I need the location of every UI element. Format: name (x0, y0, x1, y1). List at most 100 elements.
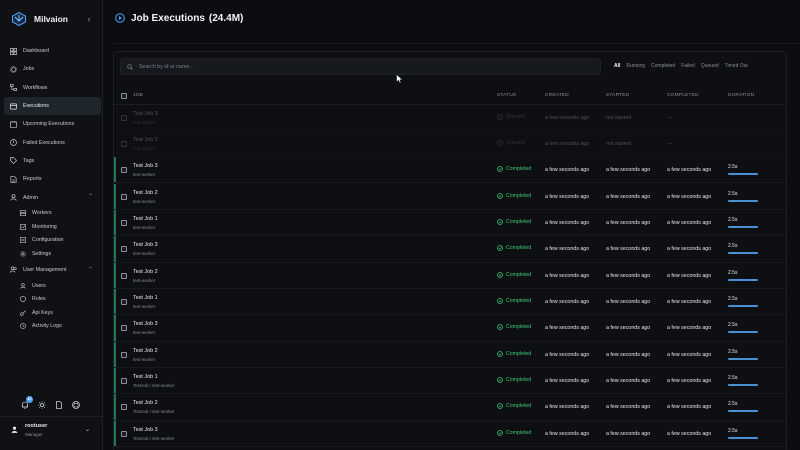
column-header-started[interactable]: STARTED (606, 93, 629, 98)
sidebar-item-workers[interactable]: Workers (4, 207, 101, 221)
table-row[interactable]: Test Job 2 test-worker Completed a few seco… (114, 341, 786, 368)
job-name[interactable]: Test Job 2 (133, 269, 158, 275)
sidebar-item-upcoming-executions[interactable]: Upcoming Executions (4, 115, 101, 133)
sidebar-item-monitoring[interactable]: Monitoring (4, 220, 101, 234)
started-cell: not started (606, 114, 632, 121)
duration-bar (728, 357, 758, 360)
job-name[interactable]: Test Job 2 (133, 137, 158, 143)
user-menu[interactable]: rootuser Manager ⌄ (11, 423, 97, 439)
collapse-sidebar-icon[interactable]: ‹ (84, 14, 94, 24)
filter-failed[interactable]: Failed (678, 60, 698, 73)
sidebar-item-api-keys[interactable]: Api Keys (4, 306, 101, 320)
user-avatar-icon (11, 426, 18, 433)
table-row[interactable]: Test Job 3 test-worker Completed a few seco… (114, 157, 786, 184)
sun-icon (38, 401, 46, 409)
check-circle-icon (497, 166, 503, 173)
sidebar-item-label: Upcoming Executions (23, 121, 75, 128)
column-header-completed[interactable]: COMPLETED (667, 93, 699, 98)
created-cell: a few seconds ago (545, 140, 590, 147)
duration-cell: 2.5s (728, 375, 738, 381)
completed-cell: — (667, 114, 673, 121)
row-checkbox[interactable] (121, 272, 127, 279)
row-checkbox[interactable] (121, 325, 127, 332)
row-checkbox[interactable] (121, 246, 127, 253)
duration-cell: 2.5s (728, 401, 738, 408)
sidebar-item-configuration[interactable]: Configuration (4, 234, 101, 248)
filter-running[interactable]: Running (623, 60, 648, 73)
row-checkbox[interactable] (121, 114, 127, 121)
sidebar-item-label: Workflows (23, 84, 48, 91)
sidebar-item-settings[interactable]: Settings (4, 247, 101, 261)
table-row[interactable]: Test Job 3 TestJob / test-worker Completed… (114, 420, 786, 447)
job-name[interactable]: Test Job 3 (133, 242, 158, 248)
table-row[interactable]: Test Job 3 test-worker Queued a few seconds… (114, 105, 786, 131)
table-row[interactable]: Test Job 3 test-worker Completed a few seco… (114, 236, 786, 263)
completed-cell: — (667, 140, 673, 147)
notifications-button[interactable]: 10 (21, 396, 33, 409)
search-input[interactable] (139, 61, 579, 73)
row-checkbox[interactable] (121, 378, 127, 384)
sidebar-item-dashboard[interactable]: Dashboard (4, 42, 101, 60)
brand[interactable]: Milvaion (12, 11, 68, 27)
workers-icon (20, 210, 26, 217)
table-row[interactable]: Test Job 3 test-worker Completed a few seco… (114, 315, 786, 342)
job-name[interactable]: Test Job 2 (133, 190, 158, 196)
row-checkbox[interactable] (121, 351, 127, 358)
table-row[interactable]: Test Job 1 test-worker Completed a few seco… (114, 288, 786, 316)
select-all-checkbox[interactable] (121, 93, 127, 99)
job-name[interactable]: Test Job 3 (133, 111, 158, 117)
job-name[interactable]: Test Job 2 (133, 400, 158, 406)
sidebar-item-tags[interactable]: Tags (4, 152, 101, 170)
table-row[interactable]: Test Job 1 TestJob / test-worker Completed… (114, 368, 786, 395)
status-text: Completed (506, 324, 532, 331)
table-row[interactable]: Test Job 2 test-worker Completed a few seco… (114, 183, 786, 210)
row-checkbox[interactable] (121, 219, 127, 226)
job-name[interactable]: Test Job 3 (133, 163, 158, 169)
job-name[interactable]: Test Job 1 (133, 295, 158, 301)
table-row[interactable]: Test Job 2 test-worker Queued a few seconds… (114, 131, 786, 158)
sidebar-group-user-management[interactable]: User Management ⌃ (4, 261, 101, 279)
sidebar-group-admin[interactable]: Admin ⌃ (4, 188, 101, 206)
column-header-created[interactable]: CREATED (545, 93, 569, 98)
search-box[interactable] (120, 58, 601, 75)
duration-bar (728, 331, 758, 334)
completed-cell: a few seconds ago (667, 404, 712, 411)
sidebar-item-label: Monitoring (32, 223, 57, 230)
table-row[interactable]: Test Job 2 TestJob / test-worker Completed… (114, 394, 786, 421)
column-header-duration[interactable]: DURATION (728, 93, 754, 98)
table-row[interactable]: Test Job 1 test-worker Completed a few seco… (114, 209, 786, 237)
duration-cell: 2.5s (728, 164, 738, 171)
duration-bar (728, 410, 758, 413)
theme-toggle-button[interactable] (38, 401, 46, 409)
row-checkbox[interactable] (121, 140, 127, 147)
job-name[interactable]: Test Job 1 (133, 216, 158, 222)
table-row[interactable]: Test Job 2 test-worker Completed a few seco… (114, 262, 786, 289)
sidebar-item-label: Workers (32, 210, 52, 217)
docs-button[interactable] (55, 401, 63, 409)
row-checkbox[interactable] (121, 167, 127, 174)
row-checkbox[interactable] (121, 298, 127, 305)
row-checkbox[interactable] (121, 430, 127, 437)
sidebar-item-failed-executions[interactable]: Failed Executions (4, 133, 101, 151)
filter-timed-out[interactable]: Timed Out (722, 60, 751, 73)
sidebar-item-users[interactable]: Users (4, 279, 101, 293)
sidebar-item-activity-logs[interactable]: Activity Logs (4, 319, 101, 333)
row-checkbox[interactable] (121, 404, 127, 411)
filter-queued[interactable]: Queued (698, 60, 722, 73)
sidebar-item-label: Jobs (23, 66, 35, 73)
row-checkbox[interactable] (121, 193, 127, 200)
sidebar-item-executions[interactable]: Executions (4, 96, 101, 116)
sidebar-item-jobs[interactable]: Jobs (4, 60, 101, 78)
job-name[interactable]: Test Job 3 (133, 427, 158, 433)
column-header-status[interactable]: STATUS (497, 93, 516, 98)
column-header-job[interactable]: JOB (133, 93, 143, 98)
filter-completed[interactable]: Completed (648, 60, 678, 73)
sidebar-item-reports[interactable]: Reports (4, 170, 101, 188)
filter-all[interactable]: All (611, 60, 623, 73)
sidebar-item-roles[interactable]: Roles (4, 292, 101, 306)
job-name[interactable]: Test Job 2 (133, 348, 158, 354)
sidebar-item-workflows[interactable]: Workflows (4, 79, 101, 97)
job-name[interactable]: Test Job 3 (133, 321, 158, 327)
github-button[interactable] (72, 401, 80, 409)
job-name[interactable]: Test Job 1 (133, 374, 158, 380)
